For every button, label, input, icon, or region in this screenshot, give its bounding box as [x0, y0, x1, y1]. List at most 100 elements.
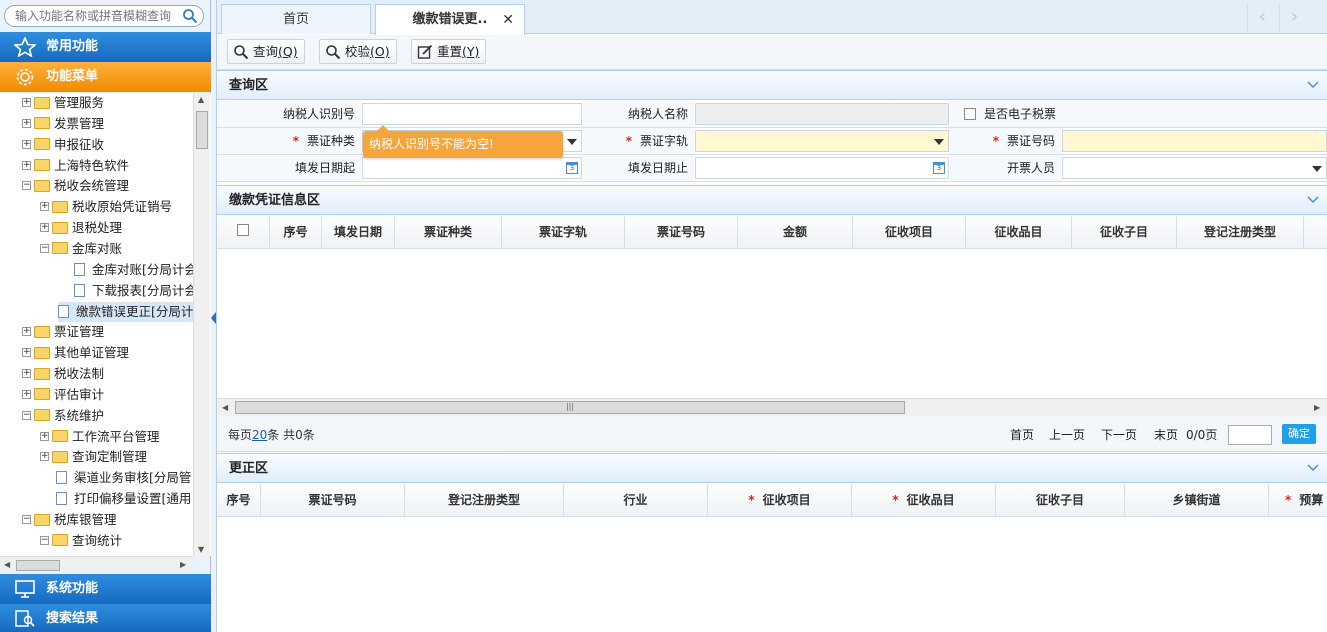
collapse-icon[interactable]: −: [22, 410, 31, 420]
corr-col-township[interactable]: 乡镇街道: [1125, 484, 1269, 517]
col-levy-item[interactable]: 征收项目: [853, 216, 966, 249]
issuer-select[interactable]: [1062, 157, 1327, 179]
first-page-link[interactable]: 首页: [1010, 426, 1034, 443]
tree-node[interactable]: + 查询定制管理: [40, 447, 147, 467]
reset-button[interactable]: 重置(Y): [411, 39, 487, 64]
tree-node[interactable]: + 票证管理: [22, 322, 104, 342]
expand-icon[interactable]: +: [22, 160, 31, 170]
dropdown-arrow-icon[interactable]: [934, 139, 944, 145]
page-number-input[interactable]: [1228, 425, 1272, 445]
expand-icon[interactable]: +: [40, 431, 49, 441]
correction-section-header[interactable]: 更正区: [217, 453, 1327, 483]
tree-hscroll-thumb[interactable]: [16, 560, 60, 571]
tree-node[interactable]: 金库对账[分局计会: [58, 260, 197, 280]
tab-prev-icon[interactable]: ‹: [1247, 4, 1277, 32]
corr-col-industry[interactable]: 行业: [564, 484, 708, 517]
select-all-checkbox[interactable]: [237, 224, 249, 236]
expand-icon[interactable]: +: [40, 452, 49, 462]
expand-icon[interactable]: +: [22, 139, 31, 149]
tree-node[interactable]: − 税库银管理: [22, 510, 117, 530]
nav-search-results[interactable]: 搜索结果: [0, 604, 211, 632]
query-section-header[interactable]: 查询区: [217, 70, 1327, 100]
tree-vscroll-thumb[interactable]: [196, 111, 208, 149]
dropdown-arrow-icon[interactable]: [567, 139, 577, 145]
nav-function-menu[interactable]: 功能菜单: [0, 62, 211, 92]
expand-icon[interactable]: +: [22, 369, 31, 379]
info-table-hscrollbar[interactable]: ◀ ||| ▶: [217, 398, 1327, 416]
tree-node[interactable]: 下载报表[分局计会: [58, 281, 197, 301]
col-amount[interactable]: 金额: [738, 216, 853, 249]
collapse-icon[interactable]: −: [22, 181, 31, 191]
col-registration-type[interactable]: 登记注册类型: [1177, 216, 1304, 249]
tree-horizontal-scrollbar[interactable]: ◀ ▶: [0, 556, 193, 573]
tab-next-icon[interactable]: ›: [1279, 4, 1309, 32]
scroll-down-arrow-icon[interactable]: ▼: [198, 545, 204, 554]
query-button[interactable]: 查询(Q): [227, 39, 305, 64]
corr-col-levy-subitem[interactable]: 征收子目: [996, 484, 1125, 517]
tree-node[interactable]: + 发票管理: [22, 114, 104, 134]
col-ticket-track[interactable]: 票证字轨: [502, 216, 625, 249]
date-from-input[interactable]: 3: [362, 157, 582, 179]
calendar-icon[interactable]: 3: [566, 162, 578, 174]
collapse-icon[interactable]: −: [22, 515, 31, 524]
col-levy-category[interactable]: 征收品目: [966, 216, 1072, 249]
tree-node[interactable]: + 其他单证管理: [22, 343, 129, 363]
collapse-icon[interactable]: −: [40, 243, 49, 253]
tree-node[interactable]: 缴款错误更正[分局计: [58, 301, 193, 322]
scroll-right-arrow-icon[interactable]: ▶: [180, 560, 186, 569]
info-hscroll-thumb[interactable]: |||: [235, 401, 905, 414]
corr-col-index[interactable]: 序号: [217, 484, 261, 517]
close-tab-icon[interactable]: ✕: [502, 5, 514, 35]
ticket-track-select[interactable]: [695, 130, 949, 152]
expand-icon[interactable]: +: [22, 389, 31, 399]
col-index[interactable]: 序号: [270, 216, 322, 249]
tab-home[interactable]: 首页: [221, 4, 371, 34]
e-ticket-checkbox[interactable]: [964, 108, 976, 120]
tree-node[interactable]: − 税收会统管理: [22, 176, 129, 196]
menu-search-input[interactable]: [5, 6, 181, 26]
dropdown-arrow-icon[interactable]: [1312, 166, 1322, 172]
tree-node[interactable]: + 工作流平台管理: [40, 427, 160, 447]
corr-col-levy-item[interactable]: * 征收项目: [708, 484, 852, 517]
tree-node[interactable]: − 查询统计: [40, 531, 122, 551]
next-page-link[interactable]: 下一页: [1101, 426, 1137, 443]
info-section-header[interactable]: 缴款凭证信息区: [217, 185, 1327, 215]
chevron-down-icon[interactable]: [1307, 79, 1319, 91]
check-button[interactable]: 校验(O): [319, 39, 397, 64]
corr-col-ticket-no[interactable]: 票证号码: [261, 484, 405, 517]
scroll-up-arrow-icon[interactable]: ▲: [198, 95, 204, 104]
expand-icon[interactable]: +: [22, 327, 31, 337]
chevron-down-icon[interactable]: [1307, 462, 1319, 474]
tree-vertical-scrollbar[interactable]: ▲ ▼: [193, 93, 210, 556]
taxpayer-id-input[interactable]: [362, 103, 582, 125]
tree-node[interactable]: + 税收原始凭证销号: [40, 197, 172, 217]
tree-node[interactable]: + 税收法制: [22, 364, 104, 384]
nav-common-functions[interactable]: 常用功能: [0, 32, 211, 62]
last-page-link[interactable]: 末页: [1154, 426, 1178, 443]
scroll-left-arrow-icon[interactable]: ◀: [222, 403, 228, 412]
expand-icon[interactable]: +: [22, 98, 31, 107]
calendar-icon[interactable]: 3: [933, 162, 945, 174]
col-issue-date[interactable]: 填发日期: [322, 216, 395, 249]
scroll-left-arrow-icon[interactable]: ◀: [4, 560, 10, 569]
col-ticket-no[interactable]: 票证号码: [625, 216, 738, 249]
expand-icon[interactable]: +: [40, 223, 49, 233]
tree-node[interactable]: + 评估审计: [22, 385, 104, 405]
tree-node[interactable]: − 金库对账: [40, 239, 122, 259]
per-page-link[interactable]: 20: [252, 428, 267, 442]
ticket-no-input[interactable]: [1062, 130, 1327, 152]
corr-col-levy-category[interactable]: * 征收品目: [852, 484, 996, 517]
col-levy-subitem[interactable]: 征收子目: [1072, 216, 1177, 249]
nav-system-functions[interactable]: 系统功能: [0, 574, 211, 604]
tree-node[interactable]: + 申报征收: [22, 135, 104, 155]
page-go-button[interactable]: 确定: [1282, 424, 1316, 444]
corr-col-budget[interactable]: * 预算: [1269, 484, 1327, 517]
chevron-down-icon[interactable]: [1307, 194, 1319, 206]
tree-node[interactable]: + 上海特色软件: [22, 156, 129, 176]
scroll-right-arrow-icon[interactable]: ▶: [1314, 403, 1320, 412]
collapse-icon[interactable]: −: [40, 535, 49, 545]
corr-col-registration-type[interactable]: 登记注册类型: [405, 484, 564, 517]
tree-node[interactable]: + 退税处理: [40, 218, 122, 238]
tab-payment-correction[interactable]: 缴款错误更.. ✕: [375, 4, 525, 35]
tree-node[interactable]: − 系统维护: [22, 406, 104, 426]
